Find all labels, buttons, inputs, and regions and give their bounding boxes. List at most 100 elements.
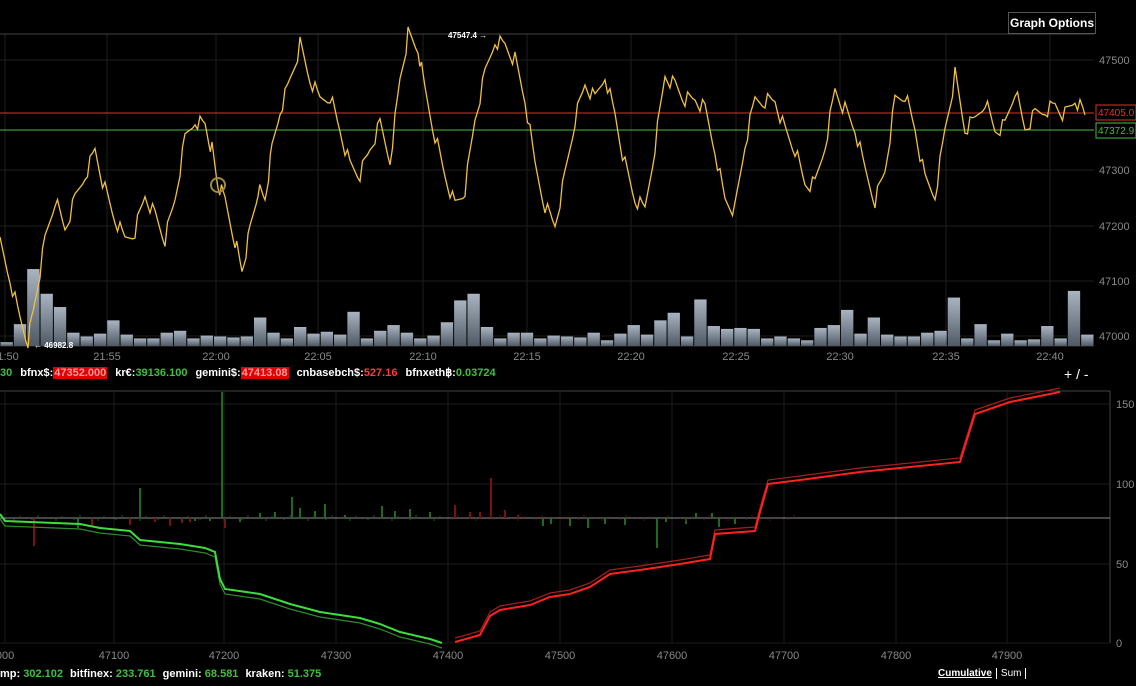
volume-bar <box>494 338 507 346</box>
volume-bar <box>1027 339 1041 346</box>
ticker-label: cnbasebch$: <box>296 367 364 379</box>
zoom-out-button[interactable]: - <box>1084 366 1089 382</box>
ticker-label: bfnx$: <box>20 367 54 379</box>
zoom-controls: + / - <box>1064 366 1089 382</box>
high-annotation: 47547.4 → <box>448 31 487 40</box>
price-x-tick: 22:40 <box>1036 351 1064 363</box>
volume-bar <box>587 332 600 346</box>
volume-bar <box>253 317 267 346</box>
ticker-value: 47352.000 <box>53 367 108 379</box>
price-ticker-bar: 30 bfnx$: 47352.000 kr€: 39136.100 gemini$:… <box>0 366 504 380</box>
volume-bar <box>574 337 587 346</box>
volume-bar <box>520 332 534 346</box>
volume-bar <box>720 328 734 346</box>
volume-bar <box>80 336 93 346</box>
tab-cumulative[interactable]: Cumulative <box>938 668 997 679</box>
volume-bar <box>600 340 614 346</box>
green-level-label: 47372.9 <box>1098 126 1135 137</box>
ticker-value: 39136.100 <box>135 367 188 379</box>
volume-bar <box>907 336 921 346</box>
zoom-separator: / <box>1076 366 1080 382</box>
volume-bar <box>787 338 800 346</box>
tab-sum[interactable]: Sum <box>996 668 1027 679</box>
volume-bar <box>1014 340 1027 346</box>
volume-bar <box>921 332 934 346</box>
volume-bar <box>187 338 200 346</box>
depth-y-tick: 50 <box>1116 559 1128 571</box>
price-x-tick: 22:20 <box>617 351 645 363</box>
volume-ticker-value: 233.761 <box>115 668 156 680</box>
volume-bar <box>854 333 867 346</box>
volume-bar <box>827 325 841 346</box>
volume-bar <box>961 338 974 346</box>
red-level-label: 47405.0 <box>1098 108 1135 119</box>
graph-options-button[interactable]: Graph Options <box>1008 12 1096 34</box>
volume-bar <box>400 332 414 346</box>
volume-bar <box>760 338 774 346</box>
volume-ticker-label: mp: <box>0 668 24 680</box>
volume-bar <box>747 328 760 346</box>
depth-x-tick: 47400 <box>433 650 464 662</box>
volume-bar <box>280 338 294 346</box>
ticker-item: 30 <box>0 367 12 379</box>
price-x-tick: 22:00 <box>202 351 230 363</box>
volume-ticker-label: gemini: <box>162 668 205 680</box>
volume-bar <box>934 330 947 346</box>
volume-bar <box>240 336 253 346</box>
volume-bar <box>227 337 240 346</box>
volume-bar <box>347 311 360 346</box>
volume-bar <box>694 299 707 346</box>
volume-bar <box>0 342 13 346</box>
volume-bar <box>974 324 987 346</box>
volume-bar <box>454 300 467 346</box>
volume-bar <box>93 333 107 346</box>
mode-tabs: Cumulative Sum <box>938 668 1027 679</box>
volume-bar <box>640 334 654 346</box>
volume-bar <box>320 331 334 346</box>
depth-x-tick: 47100 <box>99 650 130 662</box>
volume-bar <box>200 335 213 346</box>
volume-bar <box>894 336 907 346</box>
depth-x-tick: 47800 <box>881 650 912 662</box>
depth-x-tick: 47300 <box>321 650 352 662</box>
volume-bar <box>213 336 227 346</box>
price-x-tick: 21:50 <box>0 351 19 363</box>
ticker-label: bfnxeth฿: <box>405 367 456 379</box>
ticker-value: 527.16 <box>363 367 398 379</box>
zoom-in-button[interactable]: + <box>1064 366 1072 382</box>
volume-bar <box>881 334 894 346</box>
ticker-label: kr€: <box>115 367 136 379</box>
price-y-tick: 47000 <box>1099 331 1130 343</box>
price-x-tick: 22:05 <box>304 351 332 363</box>
volume-bar <box>627 325 640 346</box>
volume-ticker-value: 68.581 <box>204 668 239 680</box>
volume-bar <box>427 335 440 346</box>
depth-y-tick: 100 <box>1116 479 1134 491</box>
volume-bar <box>1081 334 1094 346</box>
price-x-tick: 22:15 <box>513 351 541 363</box>
volume-ticker-bar: mp: 302.102 bitfinex: 233.761 gemini: 68.5… <box>0 668 328 680</box>
volume-bar <box>160 332 173 346</box>
volume-ticker-item: gemini: 68.581 <box>163 668 239 680</box>
volume-bar <box>1067 290 1081 346</box>
price-x-tick: 22:10 <box>409 351 437 363</box>
volume-ticker-value: 51.375 <box>287 668 322 680</box>
volume-bar <box>534 338 547 346</box>
volume-bar <box>507 332 520 346</box>
volume-ticker-label: bitfinex: <box>70 668 116 680</box>
ticker-label: gemini$: <box>195 367 241 379</box>
price-chart: 21:50 21:55 22:00 22:05 22:10 22:15 22:20 22:25… <box>0 26 1136 363</box>
ticker-value: 0.03724 <box>455 367 496 379</box>
volume-bar <box>120 334 133 346</box>
volume-bar <box>173 330 187 346</box>
volume-ticker-value: 302.102 <box>23 668 63 680</box>
depth-x-tick: 47500 <box>545 650 576 662</box>
low-annotation: ← 46982.8 <box>34 341 74 350</box>
ticker-item: kr€: 39136.100 <box>115 367 187 379</box>
volume-ticker-item: kraken: 51.375 <box>245 668 321 680</box>
depth-y-tick: 0 <box>1116 638 1122 650</box>
volume-bar <box>707 326 720 346</box>
depth-x-tick: 47200 <box>209 650 240 662</box>
volume-bar <box>374 330 387 346</box>
volume-bar <box>387 325 400 346</box>
